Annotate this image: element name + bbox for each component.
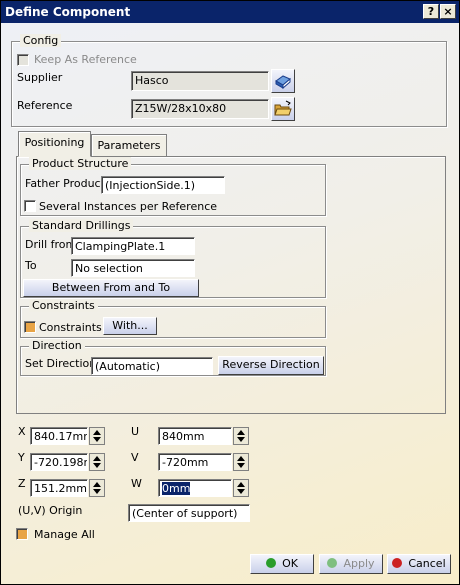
direction-label: Direction <box>29 339 85 352</box>
father-product-label: Father Product <box>25 177 105 190</box>
apply-label: Apply <box>343 557 375 570</box>
u-label: U <box>131 425 140 438</box>
open-folder-icon <box>274 100 292 116</box>
z-label: Z <box>18 477 26 490</box>
product-structure-label: Product Structure <box>29 157 132 170</box>
to-label: To <box>25 259 37 272</box>
z-field[interactable]: 151.2mm <box>30 479 88 497</box>
several-instances-checkbox[interactable] <box>24 200 36 212</box>
tab-parameters[interactable]: Parameters <box>91 134 167 156</box>
ok-icon <box>266 558 277 568</box>
several-instances-label: Several Instances per Reference <box>39 200 218 213</box>
x-spinner[interactable] <box>89 427 105 445</box>
u-spinner[interactable] <box>233 427 249 445</box>
drill-from-label: Drill from <box>25 238 77 251</box>
config-label: Config <box>20 34 62 47</box>
uv-origin-label: (U,V) Origin <box>18 504 83 517</box>
title-bar: Define Component <box>1 1 459 23</box>
with-button[interactable]: With... <box>103 317 157 335</box>
y-label: Y <box>18 451 25 464</box>
reference-browse-button[interactable] <box>271 97 295 121</box>
drill-from-field[interactable]: ClampingPlate.1 <box>71 237 195 255</box>
y-spinner[interactable] <box>89 453 105 471</box>
father-product-field[interactable]: (InjectionSide.1) <box>101 176 225 194</box>
to-field[interactable]: No selection <box>71 259 195 277</box>
w-label: W <box>131 477 142 490</box>
x-field[interactable]: 840.17mm <box>30 427 88 445</box>
close-button[interactable]: × <box>440 4 456 19</box>
supplier-label: Supplier <box>17 71 63 84</box>
cancel-button[interactable]: Cancel <box>387 554 451 574</box>
standard-drillings-label: Standard Drillings <box>29 219 134 232</box>
set-direction-field[interactable]: (Automatic) <box>91 357 213 375</box>
cancel-icon <box>392 558 403 568</box>
ok-label: OK <box>282 557 298 570</box>
v-label: V <box>131 451 139 464</box>
w-field[interactable]: 0mm <box>158 479 232 497</box>
v-spinner[interactable] <box>233 453 249 471</box>
apply-button[interactable]: Apply <box>319 554 383 574</box>
manage-all-label: Manage All <box>34 528 95 541</box>
between-from-and-to-button[interactable]: Between From and To <box>23 279 199 297</box>
supplier-field[interactable]: Hasco <box>131 71 269 91</box>
set-direction-label: Set Direction <box>25 357 97 370</box>
u-field[interactable]: 840mm <box>158 427 232 445</box>
z-spinner[interactable] <box>89 479 105 497</box>
x-label: X <box>18 425 26 438</box>
apply-icon <box>327 558 338 568</box>
w-value-selected: 0mm <box>162 482 191 495</box>
catalog-browse-button[interactable] <box>271 69 295 93</box>
dialog-title: Define Component <box>5 5 131 19</box>
help-button[interactable]: ? <box>423 4 439 19</box>
y-field[interactable]: -720.198mm <box>30 453 88 471</box>
catalog-book-icon <box>275 75 291 90</box>
w-spinner[interactable] <box>233 479 249 497</box>
reverse-direction-button[interactable]: Reverse Direction <box>218 356 324 375</box>
cancel-label: Cancel <box>408 557 446 570</box>
constraints-group-label: Constraints <box>29 299 98 312</box>
constraints-checkbox[interactable] <box>24 321 36 333</box>
reference-label: Reference <box>17 99 73 112</box>
define-component-dialog: Define Component ? × Config Keep As Refe… <box>0 0 460 585</box>
keep-as-reference-label: Keep As Reference <box>34 53 137 66</box>
manage-all-checkbox[interactable] <box>16 528 28 540</box>
v-field[interactable]: -720mm <box>158 453 232 471</box>
reference-field[interactable]: Z15W/28x10x80 <box>131 99 269 119</box>
keep-as-reference-checkbox[interactable] <box>17 54 29 66</box>
constraints-checkbox-label: Constraints <box>39 321 102 334</box>
tab-positioning[interactable]: Positioning <box>18 131 91 157</box>
ok-button[interactable]: OK <box>250 554 314 574</box>
uv-origin-field[interactable]: (Center of support) <box>128 504 250 522</box>
